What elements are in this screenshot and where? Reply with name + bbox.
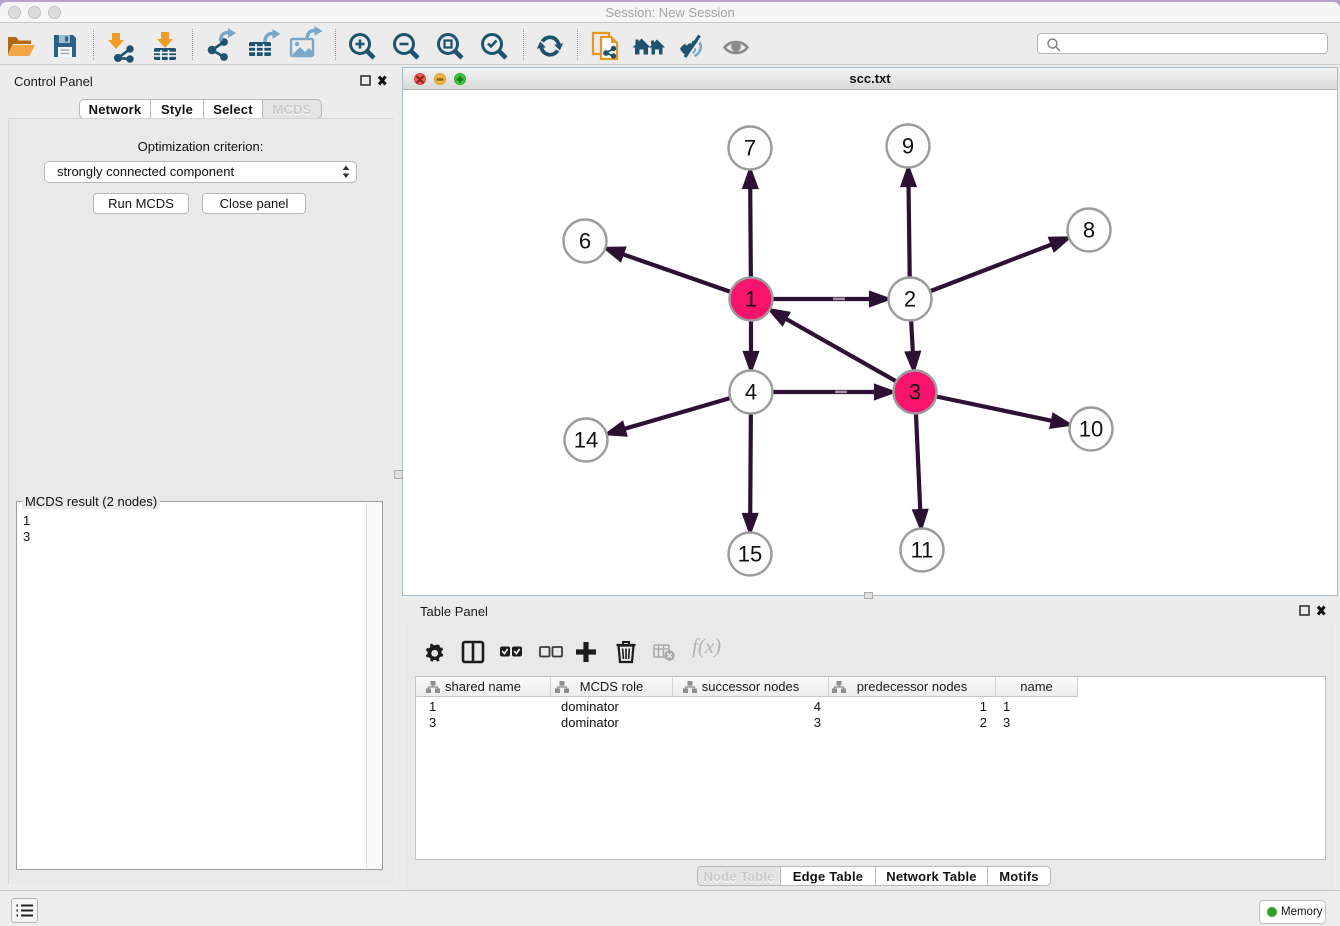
svg-text:1: 1 [745,287,757,312]
svg-text:4: 4 [745,380,757,405]
svg-text:6: 6 [579,229,591,254]
svg-text:2: 2 [904,287,916,312]
svg-text:9: 9 [902,134,914,159]
svg-text:10: 10 [1079,417,1103,442]
svg-text:8: 8 [1083,218,1095,243]
svg-text:3: 3 [909,380,921,405]
svg-text:14: 14 [574,428,598,453]
svg-text:7: 7 [744,136,756,161]
svg-text:15: 15 [738,542,762,567]
svg-text:11: 11 [911,538,934,563]
